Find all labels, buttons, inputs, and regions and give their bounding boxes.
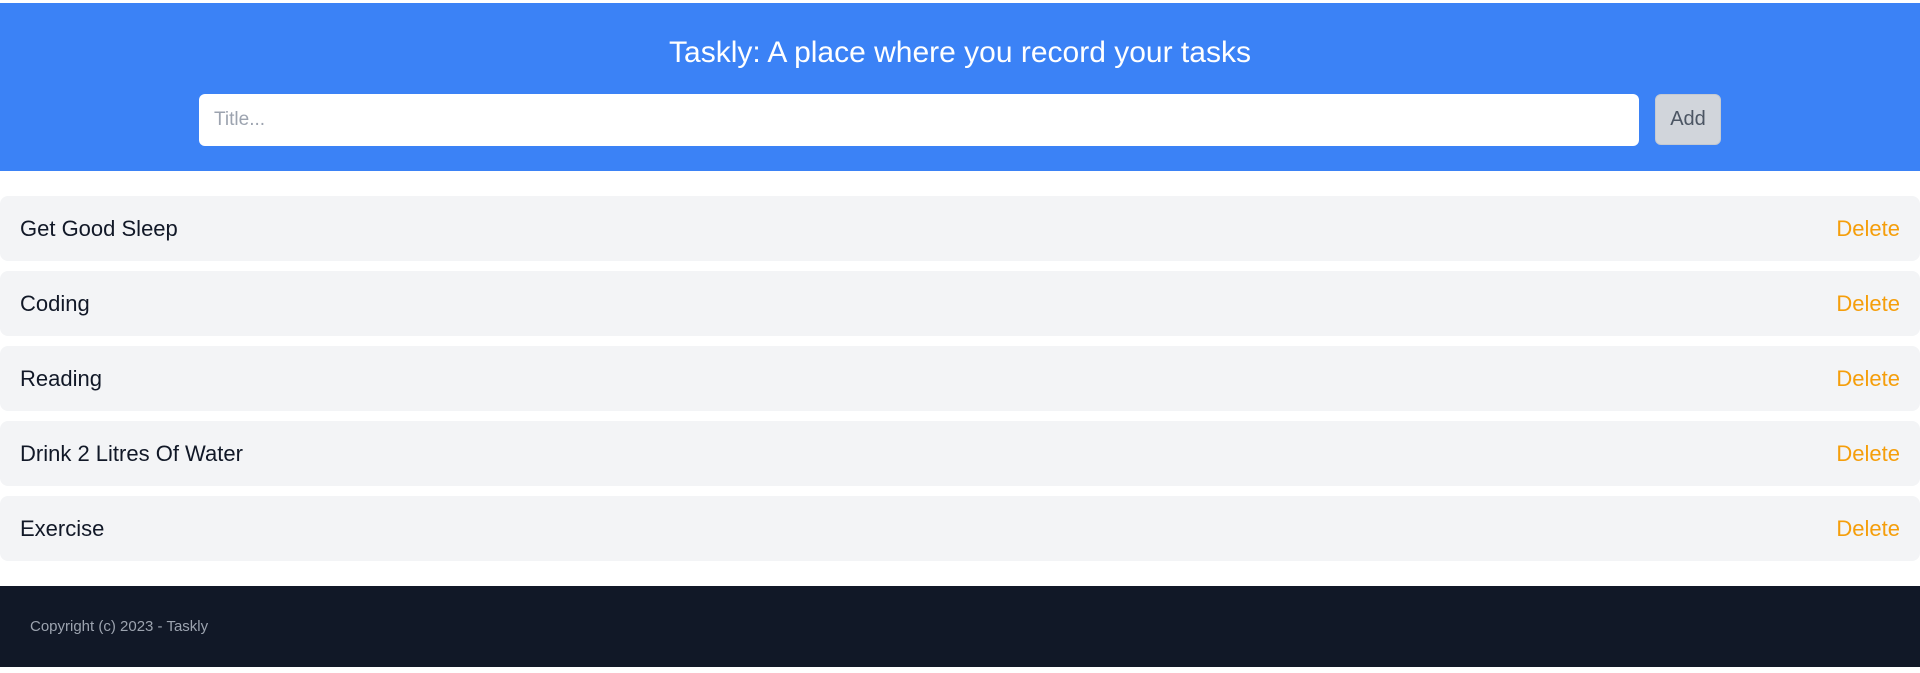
task-item: Get Good Sleep Delete: [0, 196, 1920, 261]
delete-task-button[interactable]: Delete: [1836, 366, 1900, 392]
app-header: Taskly: A place where you record your ta…: [0, 3, 1920, 171]
task-item: Exercise Delete: [0, 496, 1920, 561]
delete-task-button[interactable]: Delete: [1836, 291, 1900, 317]
task-title: Drink 2 Litres Of Water: [20, 440, 243, 466]
task-title-input[interactable]: [199, 94, 1639, 146]
task-list: Get Good Sleep Delete Coding Delete Read…: [0, 196, 1920, 571]
task-item: Reading Delete: [0, 346, 1920, 411]
task-title: Reading: [20, 365, 102, 391]
task-title: Exercise: [20, 515, 105, 541]
delete-task-button[interactable]: Delete: [1836, 441, 1900, 467]
page-title: Taskly: A place where you record your ta…: [669, 36, 1251, 69]
task-item: Drink 2 Litres Of Water Delete: [0, 421, 1920, 486]
delete-task-button[interactable]: Delete: [1836, 516, 1900, 542]
delete-task-button[interactable]: Delete: [1836, 216, 1900, 242]
add-task-form: Add: [199, 94, 1721, 146]
task-title: Coding: [20, 290, 90, 316]
page-footer: Copyright (c) 2023 - Taskly: [0, 586, 1920, 667]
copyright-text: Copyright (c) 2023 - Taskly: [30, 618, 209, 635]
add-task-button[interactable]: Add: [1655, 94, 1721, 145]
task-item: Coding Delete: [0, 271, 1920, 336]
task-title: Get Good Sleep: [20, 215, 178, 241]
